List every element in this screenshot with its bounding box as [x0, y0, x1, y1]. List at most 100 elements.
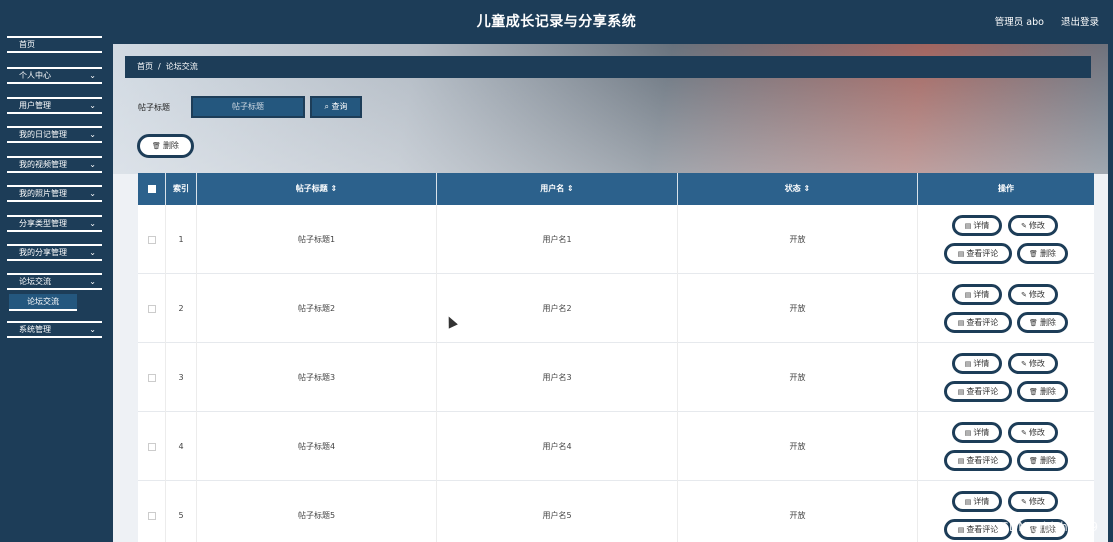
col-ops: 操作	[998, 184, 1014, 193]
search-icon: ⌕	[324, 102, 332, 111]
table-row: 1 帖子标题1 用户名1 开放 ▤ 详情 ✎ 修改 ▤ 查看评论 🗑 删除	[138, 205, 1094, 274]
view-comments-button[interactable]: ▤ 查看评论	[944, 243, 1012, 264]
col-status[interactable]: 状态 ⇕	[678, 173, 918, 205]
row-actions: ▤ 详情 ✎ 修改 ▤ 查看评论 🗑 删除	[918, 205, 1094, 274]
main-content: 首页 / 论坛交流 帖子标题 帖子标题 ⌕ 查询 🗑 删除 索引 帖子标题 ⇕ 用户名…	[113, 44, 1108, 542]
document-icon: ▤	[957, 319, 965, 327]
row-title: 帖子标题5	[197, 481, 437, 542]
document-icon: ▤	[957, 388, 965, 396]
trash-icon: 🗑	[152, 142, 161, 150]
col-username[interactable]: 用户名 ⇕	[437, 173, 678, 205]
col-title[interactable]: 帖子标题 ⇕	[197, 173, 437, 205]
select-all-cell	[138, 173, 166, 205]
batch-delete-button[interactable]: 🗑 删除	[137, 134, 194, 158]
edit-button[interactable]: ✎ 修改	[1008, 284, 1058, 305]
table-row: 3 帖子标题3 用户名3 开放 ▤ 详情 ✎ 修改 ▤ 查看评论 🗑 删除	[138, 343, 1094, 412]
breadcrumb: 首页 / 论坛交流	[125, 56, 1091, 78]
edit-icon: ✎	[1021, 360, 1027, 368]
detail-button[interactable]: ▤ 详情	[952, 284, 1002, 305]
row-title: 帖子标题4	[197, 412, 437, 481]
edit-button[interactable]: ✎ 修改	[1008, 491, 1058, 512]
sidebar-item-video[interactable]: 我的视频管理 ⌄	[7, 156, 102, 173]
detail-button[interactable]: ▤ 详情	[952, 422, 1002, 443]
chevron-down-icon: ⌄	[89, 71, 96, 80]
delete-button[interactable]: 🗑 删除	[1017, 312, 1068, 333]
sidebar-subitem-forum[interactable]: 论坛交流	[9, 294, 77, 311]
trash-icon: 🗑	[1029, 388, 1038, 396]
row-actions: ▤ 详情 ✎ 修改 ▤ 查看评论 🗑 删除	[918, 274, 1094, 343]
breadcrumb-home[interactable]: 首页	[137, 62, 153, 71]
row-checkbox[interactable]	[147, 442, 156, 451]
row-status: 开放	[678, 481, 918, 542]
breadcrumb-current: 论坛交流	[165, 62, 198, 71]
select-all-checkbox[interactable]	[147, 184, 156, 193]
edit-icon: ✎	[1021, 429, 1027, 437]
detail-button[interactable]: ▤ 详情	[952, 491, 1002, 512]
sidebar-item-share[interactable]: 我的分享管理 ⌄	[7, 244, 102, 261]
chevron-down-icon: ⌄	[89, 325, 96, 334]
view-comments-button[interactable]: ▤ 查看评论	[944, 450, 1012, 471]
document-icon: ▤	[957, 457, 965, 465]
row-username: 用户名2	[437, 274, 678, 343]
trash-icon: 🗑	[1029, 250, 1038, 258]
edit-button[interactable]: ✎ 修改	[1008, 215, 1058, 236]
document-icon: ▤	[964, 222, 972, 230]
chevron-down-icon: ⌄	[89, 101, 96, 110]
row-status: 开放	[678, 274, 918, 343]
document-icon: ▤	[964, 498, 972, 506]
row-title: 帖子标题3	[197, 343, 437, 412]
sort-icon: ⇕	[803, 184, 811, 193]
row-title: 帖子标题2	[197, 274, 437, 343]
watermark: CSDN @bishe409	[992, 520, 1098, 534]
sidebar-item-personal[interactable]: 个人中心 ⌄	[7, 67, 102, 84]
sidebar: 首页 个人中心 ⌄ 用户管理 ⌄ 我的日记管理 ⌄ 我的视频管理 ⌄ 我的照片管理 ⌄ 分…	[0, 36, 110, 542]
top-bar: 儿童成长记录与分享系统 管理员 abo 退出登录	[0, 0, 1113, 42]
view-comments-button[interactable]: ▤ 查看评论	[944, 381, 1012, 402]
document-icon: ▤	[957, 526, 965, 534]
row-checkbox[interactable]	[147, 235, 156, 244]
document-icon: ▤	[957, 250, 965, 258]
chevron-down-icon: ⌄	[89, 219, 96, 228]
sidebar-item-forum[interactable]: 论坛交流 ⌄	[7, 273, 102, 290]
sidebar-item-system[interactable]: 系统管理 ⌄	[7, 321, 102, 338]
delete-button[interactable]: 🗑 删除	[1017, 243, 1068, 264]
table-row: 5 帖子标题5 用户名5 开放 ▤ 详情 ✎ 修改 ▤ 查看评论 🗑 删除	[138, 481, 1094, 542]
app-title: 儿童成长记录与分享系统	[476, 14, 637, 30]
filter-label: 帖子标题	[138, 103, 170, 112]
logout-link[interactable]: 退出登录	[1061, 17, 1099, 28]
edit-button[interactable]: ✎ 修改	[1008, 353, 1058, 374]
chevron-down-icon: ⌄	[89, 189, 96, 198]
document-icon: ▤	[964, 291, 972, 299]
sidebar-item-diary[interactable]: 我的日记管理 ⌄	[7, 126, 102, 143]
row-checkbox[interactable]	[147, 373, 156, 382]
row-status: 开放	[678, 412, 918, 481]
sidebar-item-users[interactable]: 用户管理 ⌄	[7, 97, 102, 114]
table-header: 索引 帖子标题 ⇕ 用户名 ⇕ 状态 ⇕ 操作	[138, 173, 1094, 205]
row-checkbox[interactable]	[147, 304, 156, 313]
row-checkbox[interactable]	[147, 511, 156, 520]
detail-button[interactable]: ▤ 详情	[952, 215, 1002, 236]
row-index: 3	[166, 343, 197, 412]
title-search-input[interactable]: 帖子标题	[191, 96, 305, 118]
chevron-down-icon: ⌄	[89, 160, 96, 169]
chevron-down-icon: ⌄	[89, 130, 96, 139]
sidebar-item-home[interactable]: 首页	[7, 36, 102, 53]
row-username: 用户名3	[437, 343, 678, 412]
table-row: 2 帖子标题2 用户名2 开放 ▤ 详情 ✎ 修改 ▤ 查看评论 🗑 删除	[138, 274, 1094, 343]
sort-icon: ⇕	[567, 184, 574, 193]
sidebar-item-photo[interactable]: 我的照片管理 ⌄	[7, 185, 102, 202]
table-row: 4 帖子标题4 用户名4 开放 ▤ 详情 ✎ 修改 ▤ 查看评论 🗑 删除	[138, 412, 1094, 481]
chevron-down-icon: ⌄	[89, 248, 96, 257]
detail-button[interactable]: ▤ 详情	[952, 353, 1002, 374]
admin-user[interactable]: 管理员 abo	[995, 17, 1044, 28]
search-button[interactable]: ⌕ 查询	[310, 96, 362, 118]
document-icon: ▤	[964, 429, 972, 437]
document-icon: ▤	[964, 360, 972, 368]
edit-button[interactable]: ✎ 修改	[1008, 422, 1058, 443]
row-username: 用户名1	[437, 205, 678, 274]
delete-button[interactable]: 🗑 删除	[1017, 381, 1068, 402]
delete-button[interactable]: 🗑 删除	[1017, 450, 1068, 471]
sidebar-item-share-type[interactable]: 分享类型管理 ⌄	[7, 215, 102, 232]
view-comments-button[interactable]: ▤ 查看评论	[944, 312, 1012, 333]
row-title: 帖子标题1	[197, 205, 437, 274]
